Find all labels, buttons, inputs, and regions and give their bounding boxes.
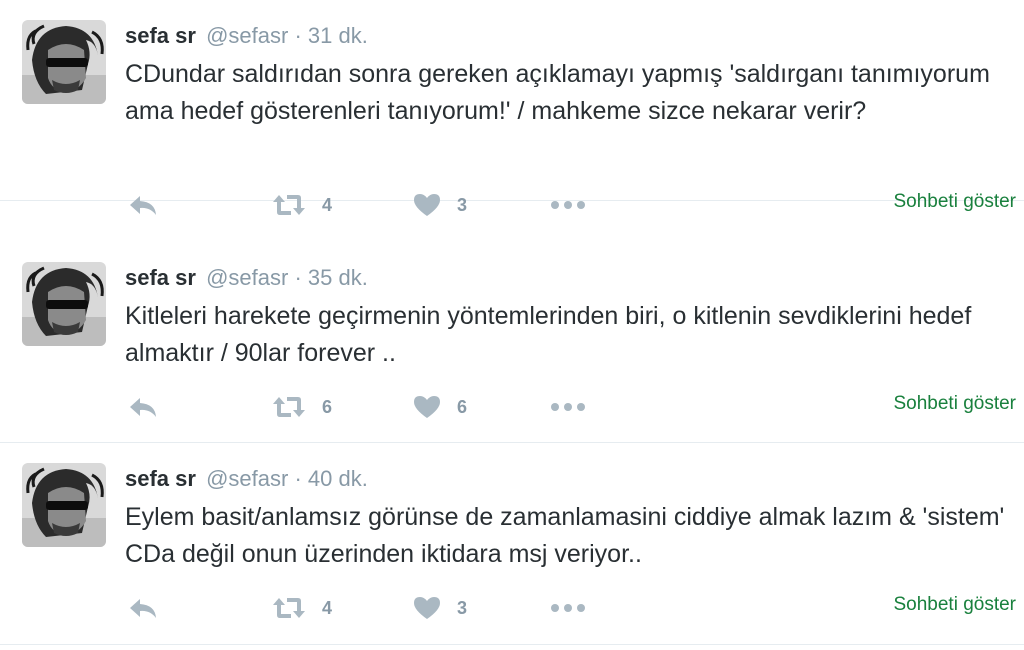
retweet-button[interactable]: 4 bbox=[272, 588, 332, 628]
like-count: 3 bbox=[457, 597, 468, 618]
tweet-header: sefa sr @sefasr · 31 dk. bbox=[125, 22, 368, 50]
reply-icon bbox=[130, 196, 156, 215]
avatar-image bbox=[22, 262, 106, 346]
tweet[interactable]: sefa sr @sefasr · 35 dk. Kitleleri harek… bbox=[0, 242, 1024, 443]
display-name[interactable]: sefa sr bbox=[125, 23, 196, 48]
separator: · bbox=[294, 265, 302, 290]
username[interactable]: @sefasr bbox=[206, 265, 288, 290]
more-button[interactable] bbox=[551, 387, 585, 427]
avatar-image bbox=[22, 20, 106, 104]
retweet-count: 6 bbox=[322, 396, 333, 417]
tweet-text: Kitleleri harekete geçirmenin yöntemleri… bbox=[125, 302, 972, 367]
avatar-image bbox=[22, 463, 106, 547]
more-button[interactable] bbox=[551, 185, 585, 225]
heart-icon bbox=[414, 194, 440, 216]
divider bbox=[0, 644, 1024, 645]
show-conversation-link[interactable]: Sohbeti göster bbox=[893, 594, 1016, 616]
tweet-text: CDundar saldırıdan sonra gereken açıklam… bbox=[125, 60, 990, 125]
timestamp[interactable]: 31 dk. bbox=[308, 23, 368, 48]
separator: · bbox=[294, 466, 302, 491]
tweet-actions: 4 3 Sohbeti göster bbox=[0, 185, 1024, 225]
tweet-header: sefa sr @sefasr · 40 dk. bbox=[125, 465, 368, 493]
username[interactable]: @sefasr bbox=[206, 466, 288, 491]
tweet-actions: 6 6 Sohbeti göster bbox=[0, 387, 1024, 427]
username[interactable]: @sefasr bbox=[206, 23, 288, 48]
show-conversation-link[interactable]: Sohbeti göster bbox=[893, 191, 1016, 213]
show-conversation-link[interactable]: Sohbeti göster bbox=[893, 393, 1016, 415]
reply-button[interactable] bbox=[128, 588, 158, 628]
reply-icon bbox=[130, 599, 156, 618]
heart-icon bbox=[414, 597, 440, 619]
tweet-header: sefa sr @sefasr · 35 dk. bbox=[125, 264, 368, 292]
like-count: 3 bbox=[457, 194, 468, 215]
retweet-button[interactable]: 4 bbox=[272, 185, 332, 225]
more-icon bbox=[551, 201, 585, 209]
like-count: 6 bbox=[457, 396, 468, 417]
like-button[interactable]: 6 bbox=[413, 387, 467, 427]
display-name[interactable]: sefa sr bbox=[125, 265, 196, 290]
reply-button[interactable] bbox=[128, 387, 158, 427]
separator: · bbox=[294, 23, 302, 48]
heart-icon bbox=[414, 396, 440, 418]
reply-icon bbox=[130, 398, 156, 417]
like-button[interactable]: 3 bbox=[413, 588, 467, 628]
like-button[interactable]: 3 bbox=[413, 185, 467, 225]
more-button[interactable] bbox=[551, 588, 585, 628]
avatar[interactable] bbox=[22, 262, 106, 346]
retweet-button[interactable]: 6 bbox=[272, 387, 332, 427]
retweet-icon bbox=[273, 598, 305, 618]
timestamp[interactable]: 35 dk. bbox=[308, 265, 368, 290]
more-icon bbox=[551, 604, 585, 612]
tweet-timeline: sefa sr @sefasr · 31 dk. CDundar saldırı… bbox=[0, 0, 1024, 650]
tweet[interactable]: sefa sr @sefasr · 40 dk. Eylem basit/anl… bbox=[0, 443, 1024, 644]
display-name[interactable]: sefa sr bbox=[125, 466, 196, 491]
avatar[interactable] bbox=[22, 463, 106, 547]
tweet[interactable]: sefa sr @sefasr · 31 dk. CDundar saldırı… bbox=[0, 0, 1024, 216]
reply-button[interactable] bbox=[128, 185, 158, 225]
tweet-text: Eylem basit/anlamsız görünse de zamanlam… bbox=[125, 503, 1005, 568]
retweet-icon bbox=[273, 397, 305, 417]
retweet-count: 4 bbox=[322, 597, 333, 618]
retweet-icon bbox=[273, 195, 305, 215]
avatar[interactable] bbox=[22, 20, 106, 104]
tweet-actions: 4 3 Sohbeti göster bbox=[0, 588, 1024, 628]
retweet-count: 4 bbox=[322, 194, 333, 215]
timestamp[interactable]: 40 dk. bbox=[308, 466, 368, 491]
more-icon bbox=[551, 403, 585, 411]
